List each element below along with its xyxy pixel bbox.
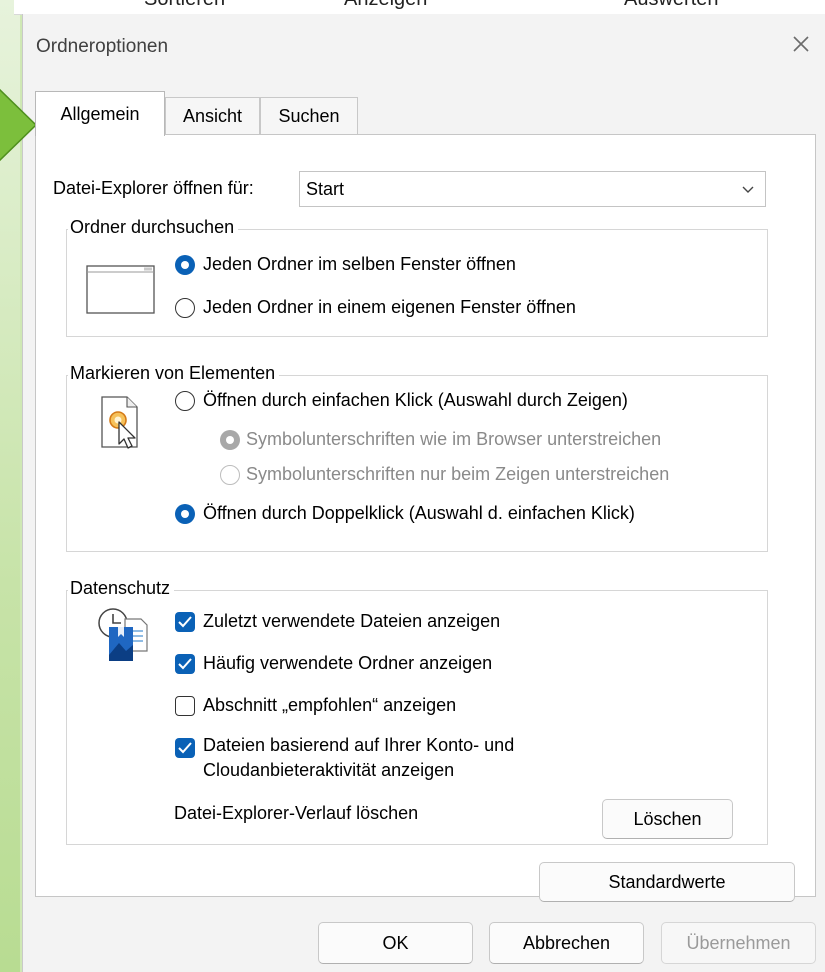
checkbox-frequent-folders[interactable] — [175, 654, 195, 674]
select-items-title: Markieren von Elementen — [68, 363, 280, 384]
tab-general[interactable]: Allgemein — [35, 91, 165, 136]
radio-underline-hover[interactable] — [220, 465, 240, 485]
cancel-button[interactable]: Abbrechen — [489, 922, 644, 964]
single-click-cursor-icon — [101, 396, 138, 449]
tab-view[interactable]: Ansicht — [165, 97, 260, 134]
tab-search[interactable]: Suchen — [260, 97, 358, 134]
dialog-title: Ordneroptionen — [36, 36, 169, 57]
toolbar-view: Anzeigen — [344, 0, 427, 11]
checkbox-recommended[interactable] — [175, 696, 195, 716]
open-for-value: Start — [306, 179, 345, 199]
recent-files-label: Zuletzt verwendete Dateien anzeigen — [203, 611, 501, 631]
window-icon — [86, 265, 155, 314]
cloud-activity-label-line2: Cloudanbieteraktivität anzeigen — [203, 760, 455, 780]
toolbar-evaluate: Auswerten — [624, 0, 719, 11]
chevron-down-icon — [742, 186, 754, 193]
frequent-folders-label: Häufig verwendete Ordner anzeigen — [203, 653, 493, 673]
open-for-dropdown[interactable]: Start — [299, 171, 766, 207]
radio-double-click[interactable] — [175, 504, 195, 524]
green-arrow-pointer — [0, 88, 38, 162]
clear-button[interactable]: Löschen — [602, 799, 733, 839]
checkbox-recent-files[interactable] — [175, 612, 195, 632]
browse-folders-group — [66, 229, 768, 337]
checkmark-icon — [178, 742, 192, 754]
open-for-label: Datei-Explorer öffnen für: — [53, 178, 254, 198]
single-click-label: Öffnen durch einfachen Klick (Auswahl du… — [203, 390, 628, 410]
browse-folders-title: Ordner durchsuchen — [68, 217, 239, 238]
clear-history-label: Datei-Explorer-Verlauf löschen — [174, 803, 419, 823]
underline-hover-label: Symbolunterschriften nur beim Zeigen unt… — [246, 464, 670, 484]
radio-underline-browser[interactable] — [220, 430, 240, 450]
explorer-toolbar-fragment: Sortieren Anzeigen Auswerten — [14, 0, 825, 15]
recent-files-icon — [98, 608, 148, 661]
radio-same-window[interactable] — [175, 255, 195, 275]
recommended-label: Abschnitt „empfohlen“ anzeigen — [203, 695, 457, 715]
ok-button[interactable]: OK — [318, 922, 473, 964]
privacy-title: Datenschutz — [68, 578, 175, 599]
defaults-button[interactable]: Standardwerte — [539, 862, 795, 902]
tab-bar: Allgemein Ansicht Suchen — [35, 91, 816, 136]
general-tab-panel: Datei-Explorer öffnen für: Start Ordner … — [35, 134, 816, 902]
close-icon[interactable] — [789, 32, 813, 56]
apply-button[interactable]: Übernehmen — [661, 922, 816, 964]
own-window-label: Jeden Ordner in einem eigenen Fenster öf… — [203, 297, 576, 317]
same-window-label: Jeden Ordner im selben Fenster öffnen — [203, 254, 516, 274]
checkmark-icon — [178, 616, 192, 628]
checkbox-cloud-activity[interactable] — [175, 738, 195, 758]
folder-options-dialog: Ordneroptionen Allgemein Ansicht Suchen … — [22, 14, 825, 972]
radio-single-click[interactable] — [175, 391, 195, 411]
cloud-activity-label-line1: Dateien basierend auf Ihrer Konto- und — [203, 735, 515, 755]
underline-browser-label: Symbolunterschriften wie im Browser unte… — [246, 429, 662, 449]
double-click-label: Öffnen durch Doppelklick (Auswahl d. ein… — [203, 503, 635, 523]
checkmark-icon — [178, 658, 192, 670]
radio-own-window[interactable] — [175, 298, 195, 318]
toolbar-sort: Sortieren — [144, 0, 225, 11]
